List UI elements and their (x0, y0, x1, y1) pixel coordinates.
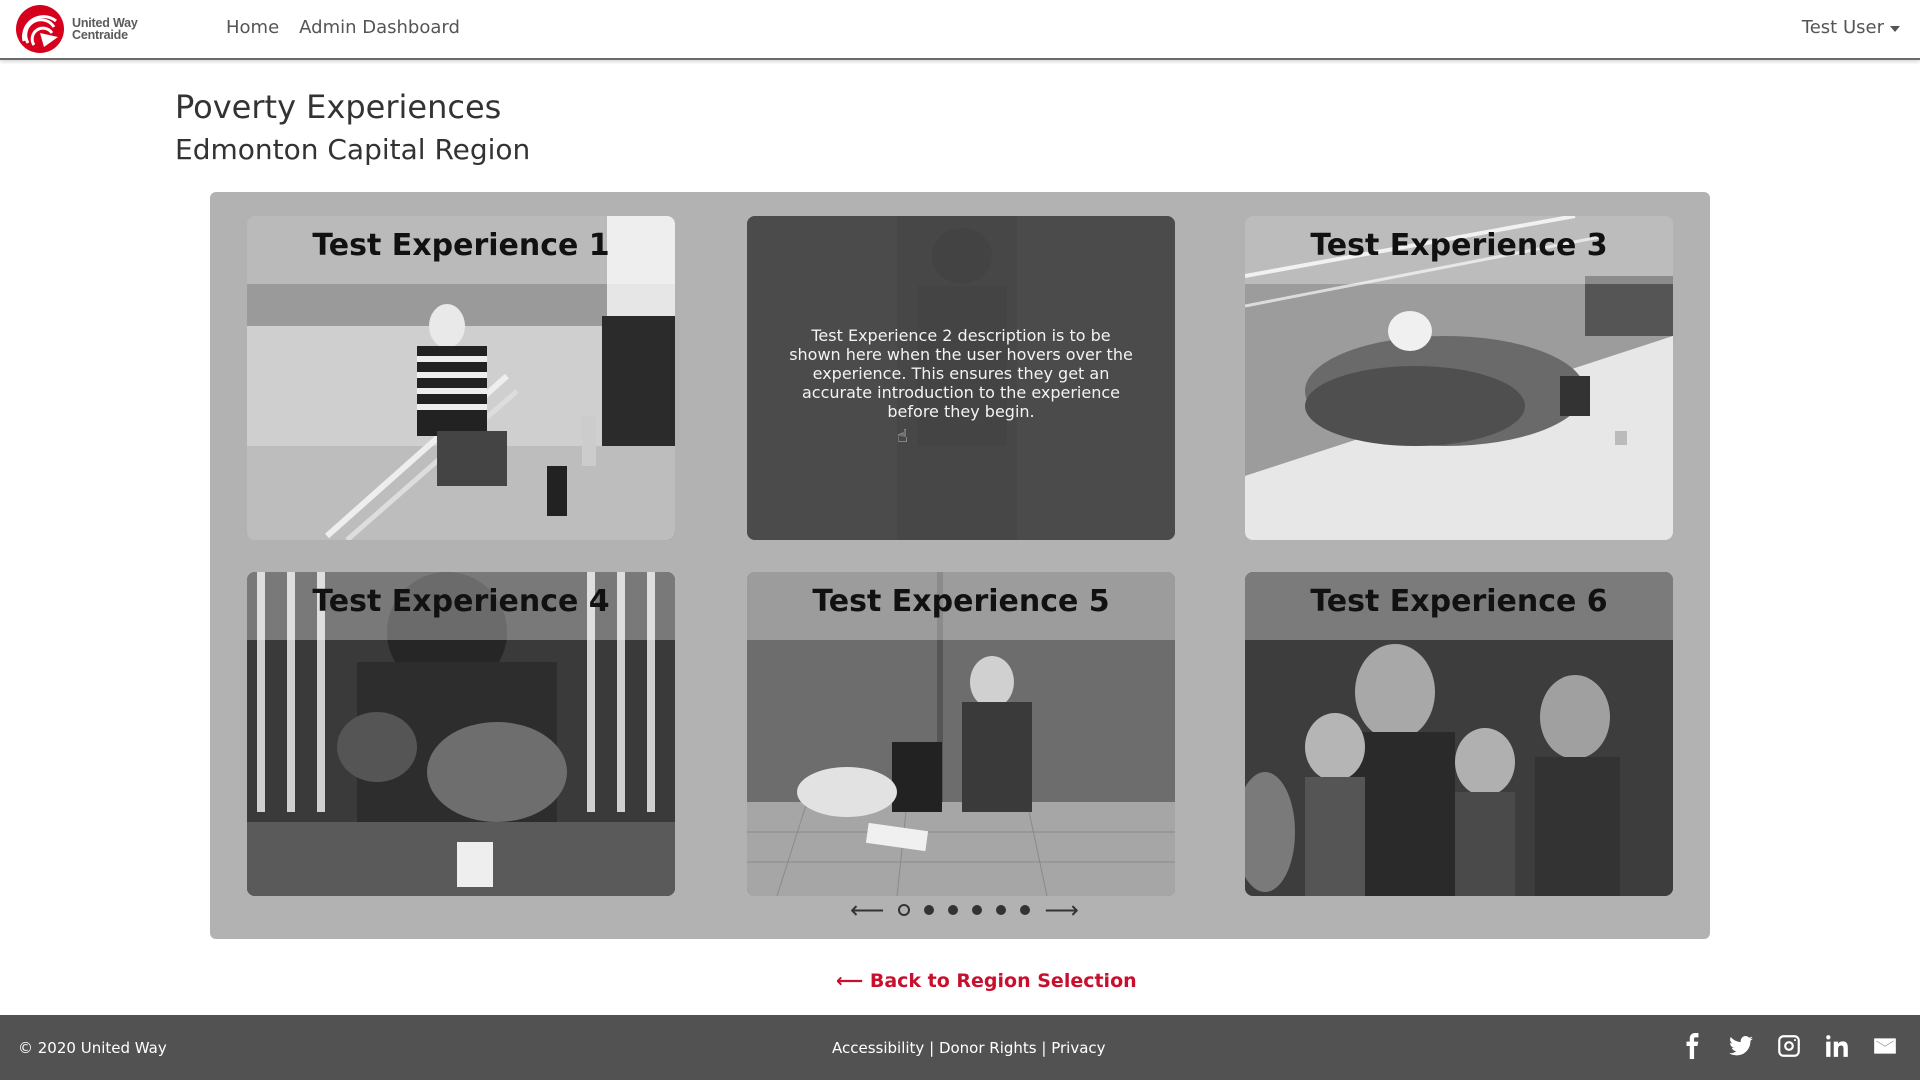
experience-carousel: Test Experience 1 Test Experience 2 desc… (210, 192, 1710, 939)
experience-card-2[interactable]: Test Experience 2 description is to be s… (747, 216, 1175, 540)
logo-line-2: Centraide (72, 28, 128, 42)
arrow-right-icon[interactable]: ⟶ (1044, 898, 1078, 922)
experience-card-1[interactable]: Test Experience 1 (247, 216, 675, 540)
experience-title: Test Experience 5 (812, 584, 1110, 619)
hand-cursor-icon: ☝ (897, 426, 908, 447)
chevron-down-icon (1890, 25, 1900, 32)
experience-card-3[interactable]: Test Experience 3 (1245, 216, 1673, 540)
page-subtitle: Edmonton Capital Region (175, 133, 531, 166)
nav-links: Home Admin Dashboard (226, 17, 460, 38)
experience-title: Test Experience 4 (312, 584, 610, 619)
experience-title: Test Experience 3 (1310, 228, 1608, 263)
back-to-region-link[interactable]: ⟵ Back to Region Selection (836, 970, 1137, 992)
copyright: © 2020 United Way (18, 1039, 167, 1057)
footer: © 2020 United Way Accessibility | Donor … (0, 1015, 1920, 1080)
pager-dot-5[interactable] (996, 905, 1007, 915)
pager-dot-1[interactable] (898, 904, 911, 916)
experience-description: Test Experience 2 description is to be s… (789, 326, 1133, 421)
united-way-logo[interactable]: United Way Centraide (14, 4, 154, 54)
linkedin-icon[interactable] (1824, 1033, 1850, 1059)
accessibility-link[interactable]: Accessibility (832, 1039, 924, 1057)
carousel-pager: ⟵ ⟶ (850, 898, 1079, 922)
user-menu[interactable]: Test User (1802, 17, 1900, 38)
footer-links: Accessibility | Donor Rights | Privacy (832, 1039, 1106, 1057)
experience-card-4[interactable]: Test Experience 4 (247, 572, 675, 896)
top-navbar: United Way Centraide Home Admin Dashboar… (0, 0, 1920, 60)
page-title: Poverty Experiences (175, 88, 502, 126)
email-icon[interactable] (1872, 1033, 1898, 1059)
facebook-icon[interactable] (1680, 1033, 1706, 1059)
nav-admin-dashboard-link[interactable]: Admin Dashboard (299, 17, 460, 38)
experience-card-6[interactable]: Test Experience 6 (1245, 572, 1673, 896)
footer-separator: | (1041, 1039, 1047, 1057)
user-name: Test User (1801, 17, 1884, 38)
instagram-icon[interactable] (1776, 1033, 1802, 1059)
privacy-link[interactable]: Privacy (1051, 1039, 1105, 1057)
donor-rights-link[interactable]: Donor Rights (939, 1039, 1037, 1057)
pager-dot-4[interactable] (972, 905, 983, 915)
nav-home-link[interactable]: Home (226, 17, 279, 38)
social-links (1680, 1033, 1898, 1059)
twitter-icon[interactable] (1728, 1033, 1754, 1059)
united-way-logo-icon (16, 5, 64, 53)
experience-title: Test Experience 6 (1310, 584, 1608, 619)
arrow-left-icon[interactable]: ⟵ (850, 898, 884, 922)
experience-card-5[interactable]: Test Experience 5 (747, 572, 1175, 896)
footer-separator: | (929, 1039, 935, 1057)
experience-title: Test Experience 1 (312, 228, 610, 263)
pager-dot-2[interactable] (924, 905, 935, 915)
pager-dot-6[interactable] (1020, 905, 1031, 915)
pager-dot-3[interactable] (948, 905, 959, 915)
